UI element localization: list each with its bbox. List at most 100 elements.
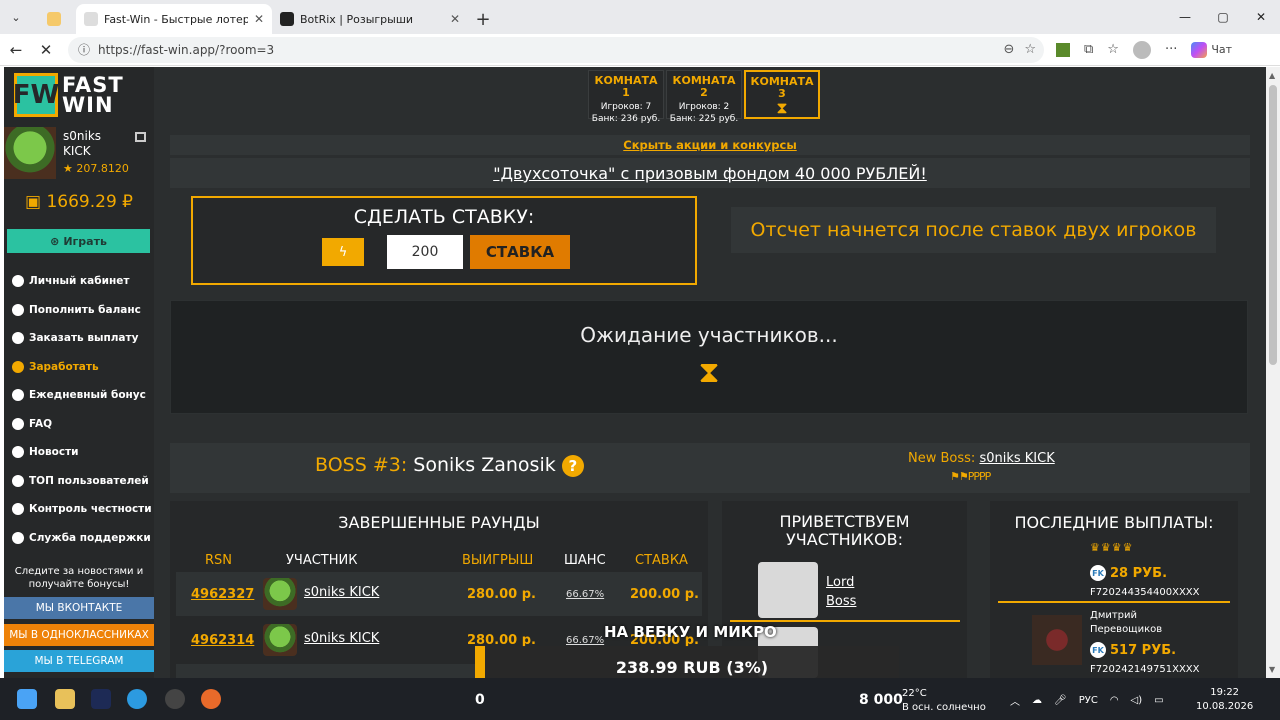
player-link[interactable]: s0niks KICK (304, 631, 379, 646)
promo-link[interactable]: "Двухсоточка" с призовым фондом 40 000 Р… (170, 158, 1250, 188)
menu-item-deposit[interactable]: Пополнить баланс (12, 296, 152, 325)
chat-label: Чат (1211, 43, 1233, 56)
extension-icon[interactable] (1056, 42, 1070, 57)
weather-widget[interactable]: 22°C В осн. солнечно (902, 687, 986, 715)
logo-line2: WIN (62, 93, 114, 117)
play-button[interactable]: ⊛ Играть (7, 229, 150, 253)
address-bar-row: ← ✕ ⓘ https://fast-win.app/?room=3 ⊖ ☆ ⧉… (0, 34, 1280, 66)
volume-icon[interactable]: ◁) (1131, 695, 1143, 706)
battery-icon[interactable]: ▭ (1154, 695, 1163, 706)
menu-label: Заработать (29, 360, 99, 373)
tray-chevron-icon[interactable]: ︿ (1010, 693, 1020, 708)
room-2-tab[interactable]: КОМНАТА 2 Игроков: 2 Банк: 225 руб. (666, 70, 742, 124)
copilot-chat-button[interactable]: Чат (1191, 41, 1233, 58)
menu-item-fairness[interactable]: Контроль честности (12, 495, 152, 524)
hide-promos-link[interactable]: Скрыть акции и конкурсы (170, 135, 1250, 155)
file-explorer-icon[interactable] (55, 689, 75, 709)
chance-link[interactable]: 66.67% (566, 589, 604, 600)
copilot-icon (1191, 41, 1208, 58)
site-info-icon[interactable]: ⓘ (78, 41, 90, 58)
divider (730, 620, 960, 622)
quick-bet-bolt-icon[interactable]: ϟ (322, 238, 364, 266)
place-bet-button[interactable]: СТАВКА (470, 235, 570, 269)
extensions-puzzle-icon[interactable]: ⧉ (1084, 42, 1093, 57)
player-link[interactable]: s0niks KICK (304, 585, 379, 600)
stream-goal-text: НА ВЕБКУ И МИКРО (604, 623, 777, 641)
close-tab-icon[interactable]: ✕ (254, 12, 264, 26)
menu-label: Заказать выплату (29, 332, 139, 345)
new-tab-icon[interactable]: + (468, 4, 498, 34)
window-close-icon[interactable]: ✕ (1242, 0, 1280, 34)
tab-botrix[interactable]: BotRix | Розыгрыши ✕ (272, 4, 468, 34)
rounds-title: ЗАВЕРШЕННЫЕ РАУНДЫ (338, 513, 540, 532)
tab-pinned[interactable] (32, 4, 76, 34)
menu-item-withdraw[interactable]: Заказать выплату (12, 324, 152, 353)
menu-item-top-users[interactable]: ТОП пользователей (12, 467, 152, 496)
page-scrollbar[interactable]: ▲ ▼ (1266, 67, 1280, 678)
room-3-tab[interactable]: КОМНАТА 3 ⧗ (744, 70, 820, 119)
boss-help-icon[interactable]: ? (561, 454, 584, 477)
boss-bar: BOSS #3: Soniks Zanosik ? New Boss: s0ni… (170, 443, 1250, 493)
scroll-down-icon[interactable]: ▼ (1269, 665, 1275, 674)
windows-start-icon[interactable] (17, 689, 37, 709)
col-win: ВЫИГРЫШ (462, 553, 534, 568)
avatar (758, 562, 818, 618)
room-1-tab[interactable]: КОМНАТА 1 Игроков: 7 Банк: 236 руб. (588, 70, 664, 124)
menu-item-support[interactable]: Служба поддержки (12, 524, 152, 553)
ok-button[interactable]: МЫ В ОДНОКЛАССНИКАХ (4, 624, 154, 646)
profile-edit-icon[interactable] (135, 132, 146, 142)
payout-user-name: Дмитрий Перевощиков (1090, 610, 1163, 635)
payout-account: F720244354400XXXX (1090, 587, 1200, 598)
zoom-icon[interactable]: ⊖ (1003, 42, 1014, 57)
overlay-left-number: 0 (475, 692, 485, 708)
network-app-icon[interactable]: ☁ (1032, 695, 1042, 706)
boss-flags: ⚑⚑PPPP (950, 470, 992, 483)
boss-flags-text: PPPP (967, 470, 992, 483)
clock[interactable]: 19:22 10.08.2026 (1196, 686, 1253, 714)
rsn-link[interactable]: 4962327 (191, 587, 254, 602)
bet-amount-input[interactable]: 200 (387, 235, 463, 269)
username: s0niks KICK (63, 129, 102, 158)
favorite-star-icon[interactable]: ☆ (1024, 42, 1036, 57)
wifi-icon[interactable]: ◠ (1110, 695, 1119, 706)
menu-label: Контроль честности (29, 503, 152, 516)
fastwin-favicon-icon (84, 12, 98, 26)
shuffle-icon (12, 503, 24, 516)
url-field[interactable]: ⓘ https://fast-win.app/?room=3 ⊖ ☆ (68, 36, 1044, 63)
maximize-icon[interactable]: ▢ (1204, 0, 1242, 34)
menu-item-daily-bonus[interactable]: Ежедневный бонус (12, 381, 152, 410)
close-tab-icon[interactable]: ✕ (450, 12, 460, 26)
menu-item-cabinet[interactable]: Личный кабинет (12, 267, 152, 296)
telegram-button[interactable]: МЫ В TELEGRAM (4, 650, 154, 672)
back-icon[interactable]: ← (2, 36, 30, 64)
favorites-icon[interactable]: ☆ (1107, 42, 1119, 57)
vk-button[interactable]: МЫ ВКОНТАКТЕ (4, 597, 154, 619)
scroll-thumb[interactable] (1269, 85, 1277, 365)
chance-link[interactable]: 66.67% (566, 635, 604, 646)
welcome-user-link[interactable]: Lord Boss (826, 573, 866, 611)
scroll-up-icon[interactable]: ▲ (1269, 71, 1275, 80)
microphone-icon[interactable]: 🎤︎ (1054, 695, 1067, 706)
tab-fast-win[interactable]: Fast-Win - Быстрые лотереи! Ком ✕ (76, 4, 272, 34)
stop-loading-icon[interactable]: ✕ (32, 36, 60, 64)
bet-panel: СДЕЛАТЬ СТАВКУ: ϟ 200 СТАВКА (191, 196, 697, 285)
obs-icon[interactable] (165, 689, 185, 709)
edge-browser-icon[interactable] (127, 689, 147, 709)
boss-name: Soniks Zanosik (413, 454, 556, 476)
language-indicator[interactable]: РУС (1079, 695, 1098, 706)
more-menu-icon[interactable]: ··· (1165, 42, 1177, 57)
new-boss-link[interactable]: s0niks KICK (979, 451, 1054, 466)
site-logo[interactable]: FW FAST WIN (14, 73, 124, 117)
menu-item-earn[interactable]: Заработать (12, 353, 152, 382)
app-icon[interactable] (91, 689, 111, 709)
rsn-link[interactable]: 4962314 (191, 633, 254, 648)
tab-actions-menu-icon[interactable]: ⌄ (0, 0, 32, 34)
last-payouts-panel: ПОСЛЕДНИЕ ВЫПЛАТЫ: ♛♛♛♛ FK 28 РУБ. F72024… (990, 501, 1238, 678)
tg-label: МЫ В TELEGRAM (34, 655, 124, 667)
profile-avatar-icon[interactable] (1132, 40, 1151, 59)
microphone-app-icon[interactable] (201, 689, 221, 709)
menu-item-faq[interactable]: FAQ (12, 410, 152, 439)
menu-item-news[interactable]: Новости (12, 438, 152, 467)
avatar[interactable] (4, 127, 56, 179)
minimize-icon[interactable]: — (1166, 0, 1204, 34)
